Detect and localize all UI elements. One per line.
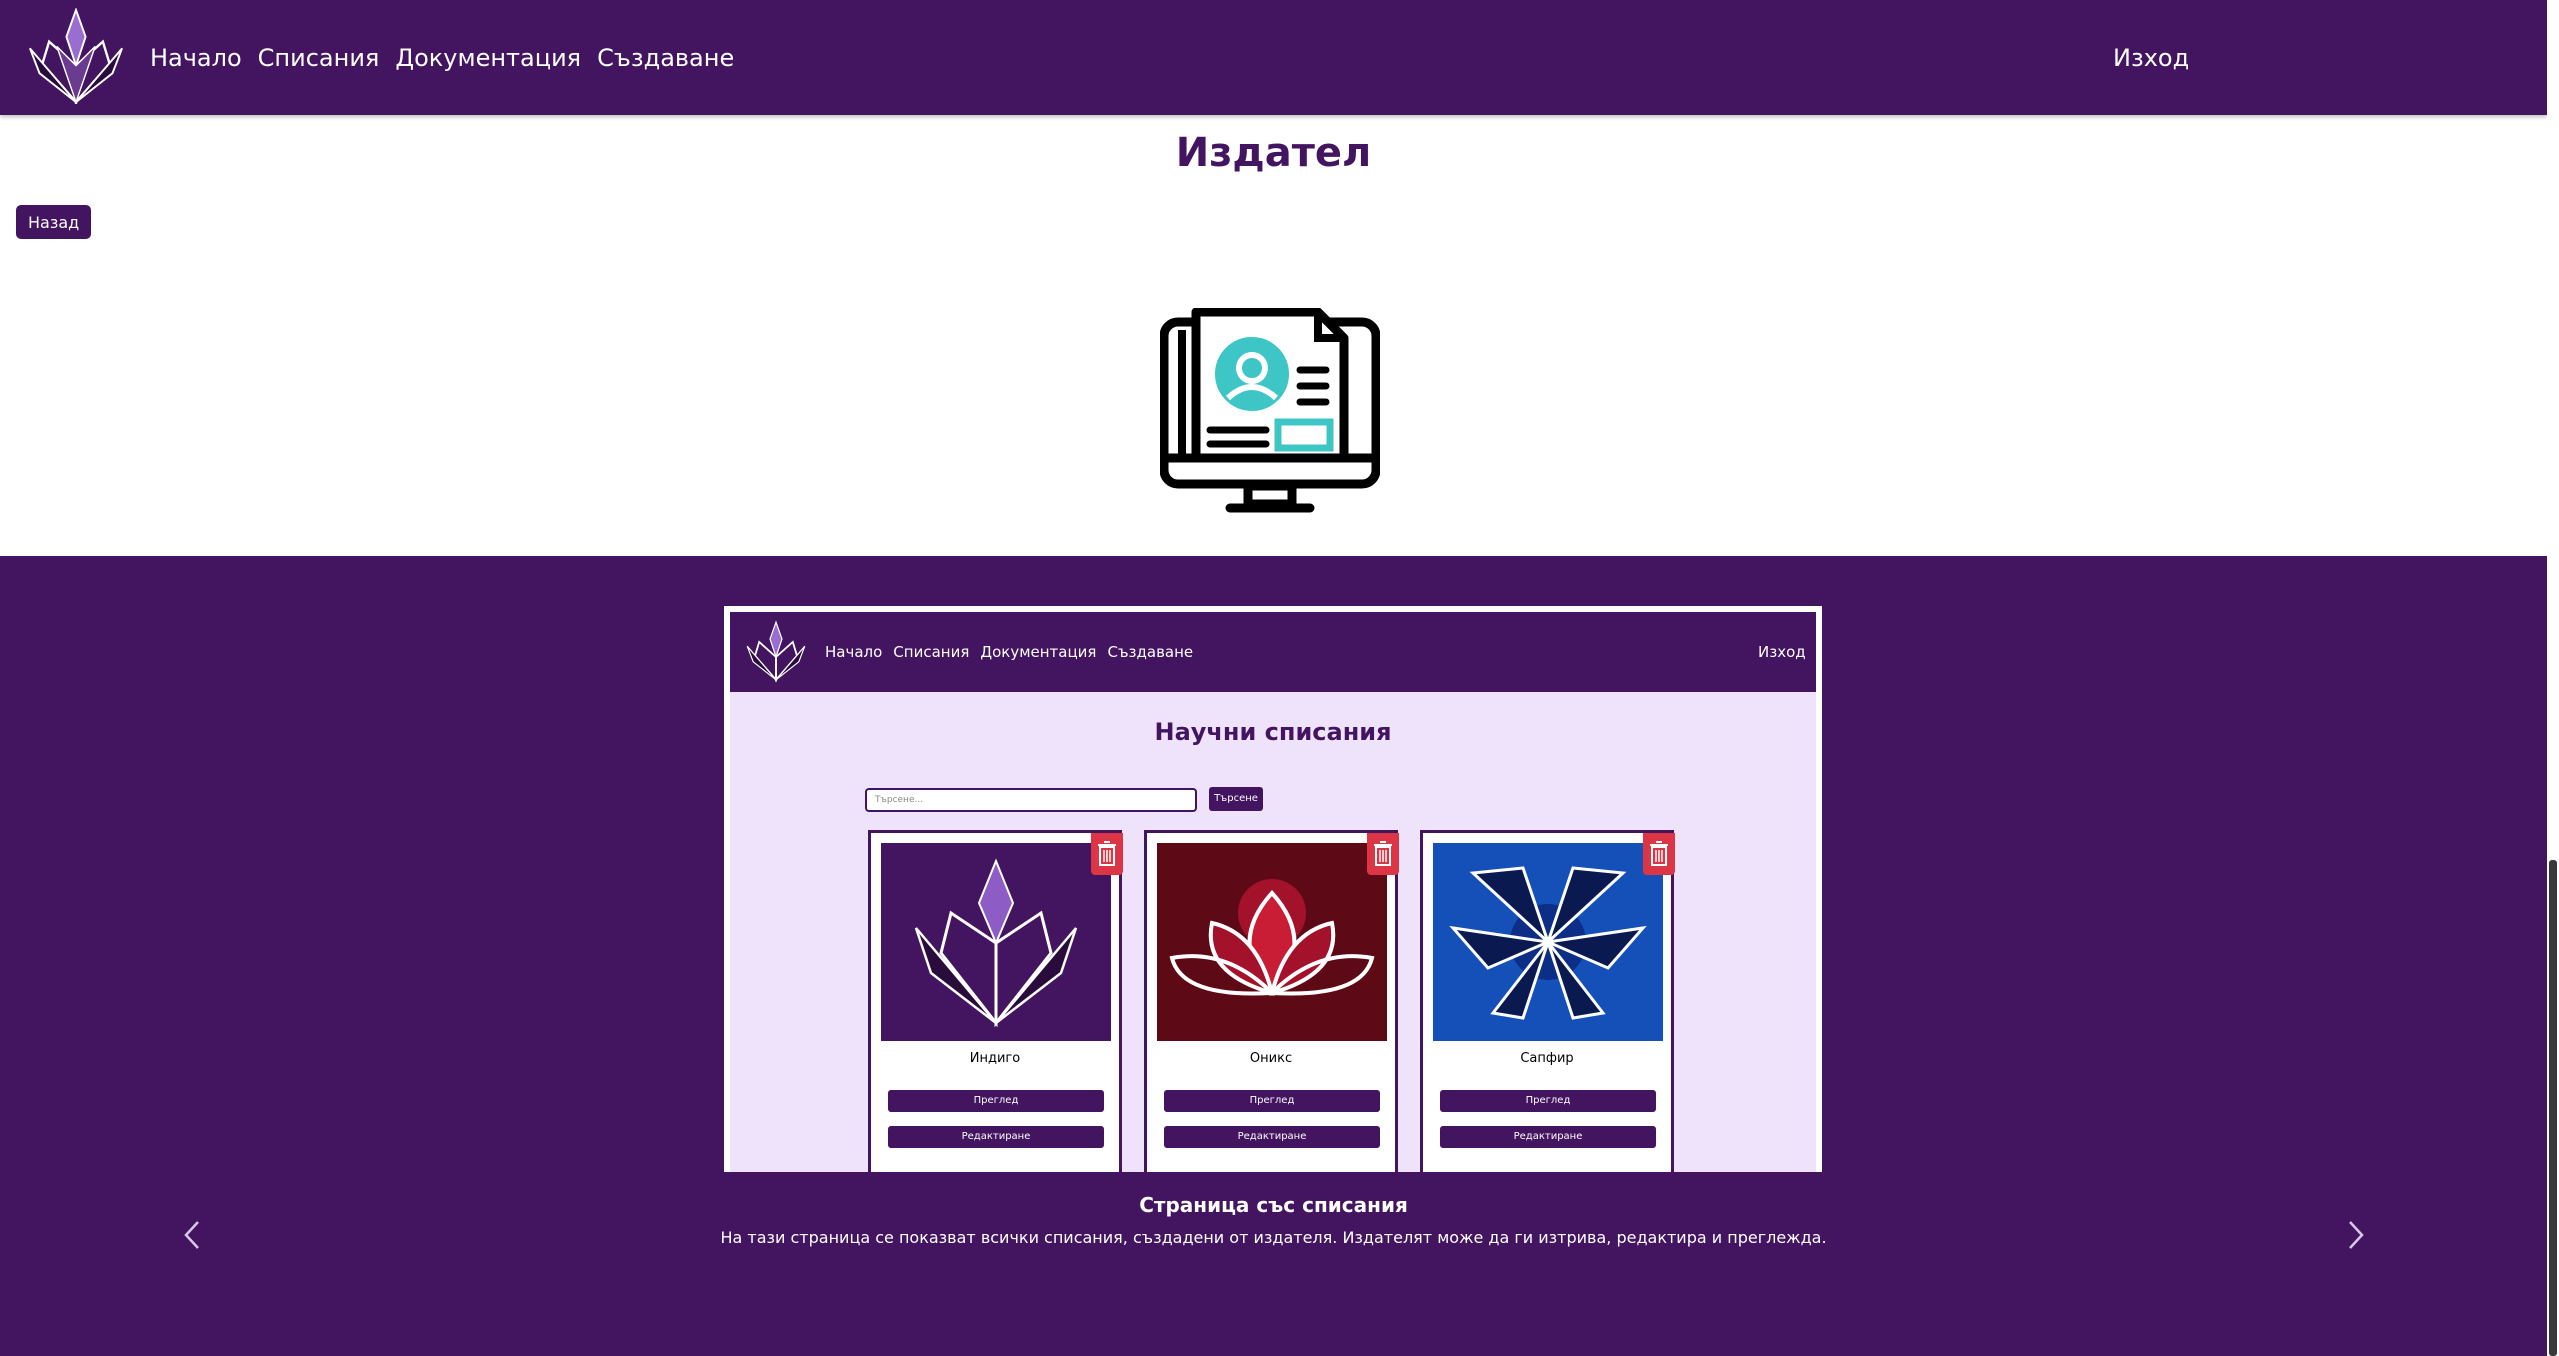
slide-nav: Начало Списания Документация Създаване	[825, 612, 1193, 692]
card-edit-button: Редактиране	[888, 1126, 1104, 1148]
card-view-button: Преглед	[1440, 1090, 1656, 1112]
main-nav: Начало Списания Документация Създаване	[150, 0, 734, 115]
nav-create-link[interactable]: Създаване	[597, 44, 734, 72]
logout-link[interactable]: Изход	[2113, 0, 2189, 115]
sapphire-cover-image	[1433, 843, 1663, 1041]
trash-icon	[1091, 833, 1123, 875]
page-scrollbar-thumb[interactable]	[2549, 860, 2557, 1356]
indigo-cover-image	[881, 843, 1111, 1041]
slide-search-input: Търсене...	[865, 788, 1197, 812]
publisher-computer-icon	[1160, 308, 1380, 513]
trash-icon	[1367, 833, 1399, 875]
lotus-logo-icon[interactable]	[26, 8, 126, 104]
slide-nav-documentation: Документация	[980, 643, 1097, 661]
chevron-left-icon[interactable]	[172, 1210, 212, 1260]
slide-title: Научни списания	[1154, 718, 1392, 746]
slide-nav-create: Създаване	[1107, 643, 1194, 661]
slide-lotus-logo-icon	[746, 620, 806, 682]
slide-nav-home: Начало	[825, 643, 883, 661]
slide-nav-journals: Списания	[893, 643, 970, 661]
carousel-caption-text: На тази страница се показват всички спис…	[720, 1228, 1827, 1247]
card-edit-button: Редактиране	[1440, 1126, 1656, 1148]
nav-home-link[interactable]: Начало	[150, 44, 242, 72]
slide-logout: Изход	[1758, 643, 1806, 661]
carousel-slide-screenshot: Начало Списания Документация Създаване И…	[724, 606, 1822, 1172]
onyx-cover-image	[1157, 843, 1387, 1041]
slide-search-button: Търсене	[1209, 787, 1263, 811]
card-name: Индиго	[969, 1051, 1021, 1066]
card-edit-button: Редактиране	[1164, 1126, 1380, 1148]
card-name: Сапфир	[1520, 1051, 1574, 1066]
journal-card: Сапфир Преглед Редактиране	[1420, 830, 1675, 1172]
card-view-button: Преглед	[1164, 1090, 1380, 1112]
journal-card: Индиго Преглед Редактиране	[868, 830, 1123, 1172]
chevron-right-icon[interactable]	[2336, 1210, 2376, 1260]
nav-documentation-link[interactable]: Документация	[395, 44, 581, 72]
journal-card: Оникс Преглед Редактиране	[1144, 830, 1399, 1172]
slide-navbar: Начало Списания Документация Създаване И…	[730, 612, 1816, 692]
trash-icon	[1643, 833, 1675, 875]
page-title: Издател	[1175, 130, 1372, 176]
top-navbar: Начало Списания Документация Създаване И…	[0, 0, 2547, 115]
card-name: Оникс	[1249, 1051, 1293, 1066]
back-button[interactable]: Назад	[16, 205, 92, 239]
slide-content: Научни списания Търсене... Търсене Индиг…	[730, 692, 1816, 1172]
carousel-caption-title: Страница със списания	[1139, 1193, 1408, 1217]
card-view-button: Преглед	[888, 1090, 1104, 1112]
nav-journals-link[interactable]: Списания	[258, 44, 380, 72]
